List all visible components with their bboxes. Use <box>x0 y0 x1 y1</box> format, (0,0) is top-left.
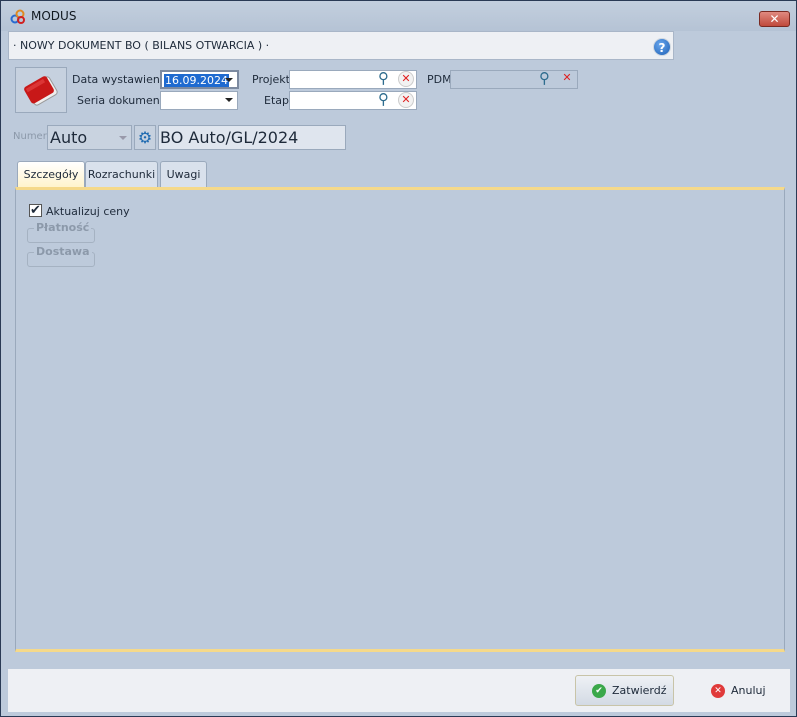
details-panel: ✔ Aktualizuj ceny Płatność Dostawa <box>15 187 785 652</box>
chevron-down-icon[interactable] <box>225 78 233 82</box>
date-label: Data wystawienia <box>72 73 170 86</box>
update-prices-label: Aktualizuj ceny <box>46 205 130 218</box>
document-header: · NOWY DOKUMENT BO ( BILANS OTWARCIA ) ·… <box>8 31 674 60</box>
cancel-button[interactable]: ✕ Anuluj <box>695 675 773 706</box>
cancel-label: Anuluj <box>731 684 766 697</box>
update-prices-checkbox[interactable]: ✔ <box>29 204 42 217</box>
chevron-down-icon[interactable] <box>225 98 233 102</box>
pdm-label: PDM <box>427 73 452 86</box>
help-button[interactable]: ? <box>653 38 671 56</box>
number-label: Numer <box>13 131 47 142</box>
gear-icon[interactable]: ⚙ <box>134 125 156 150</box>
stage-label: Etap <box>264 94 289 107</box>
window-title: MODUS <box>31 9 77 23</box>
delivery-group[interactable]: Dostawa <box>27 245 95 267</box>
pdm-clear-icon: ✕ <box>562 71 572 84</box>
stage-clear-icon[interactable]: ✕ <box>398 92 414 108</box>
book-icon <box>24 76 58 106</box>
app-logo-icon <box>10 9 26 25</box>
check-icon: ✔ <box>592 683 606 698</box>
number-field[interactable]: BO Auto/GL/2024 <box>158 125 346 150</box>
number-mode-value: Auto <box>50 128 88 147</box>
number-value: BO Auto/GL/2024 <box>160 128 299 147</box>
page-title: · NOWY DOKUMENT BO ( BILANS OTWARCIA ) · <box>13 39 270 52</box>
confirm-button[interactable]: ✔ Zatwierdź <box>575 675 674 706</box>
footer-bar: ✔ Zatwierdź ✕ Anuluj <box>8 669 790 712</box>
project-clear-icon[interactable]: ✕ <box>398 71 414 87</box>
tab-notes[interactable]: Uwagi <box>160 161 207 188</box>
stage-search-icon[interactable]: ⚲ <box>378 91 396 109</box>
payment-group[interactable]: Płatność <box>27 221 95 243</box>
series-select[interactable] <box>160 91 238 110</box>
tab-settlements[interactable]: Rozrachunki <box>85 161 158 188</box>
pdm-search-icon: ⚲ <box>539 69 550 87</box>
document-type-button[interactable] <box>15 67 67 113</box>
close-button[interactable]: ✕ <box>759 11 790 27</box>
series-label: Seria dokumentu <box>77 94 172 107</box>
confirm-label: Zatwierdź <box>612 684 667 697</box>
delivery-group-label: Dostawa <box>34 245 92 258</box>
tab-details[interactable]: Szczegóły <box>17 161 85 189</box>
chevron-down-icon <box>119 136 127 140</box>
date-value: 16.09.2024 <box>164 74 229 87</box>
number-mode-select: Auto <box>47 125 132 150</box>
project-search-icon[interactable]: ⚲ <box>378 70 396 88</box>
title-bar: MODUS ✕ <box>1 1 796 31</box>
date-field[interactable]: 16.09.2024 <box>160 70 239 89</box>
cancel-icon: ✕ <box>711 683 725 698</box>
project-label: Projekt <box>252 73 290 86</box>
payment-group-label: Płatność <box>34 221 92 234</box>
modus-window: MODUS ✕ · NOWY DOKUMENT BO ( BILANS OTWA… <box>0 0 797 717</box>
